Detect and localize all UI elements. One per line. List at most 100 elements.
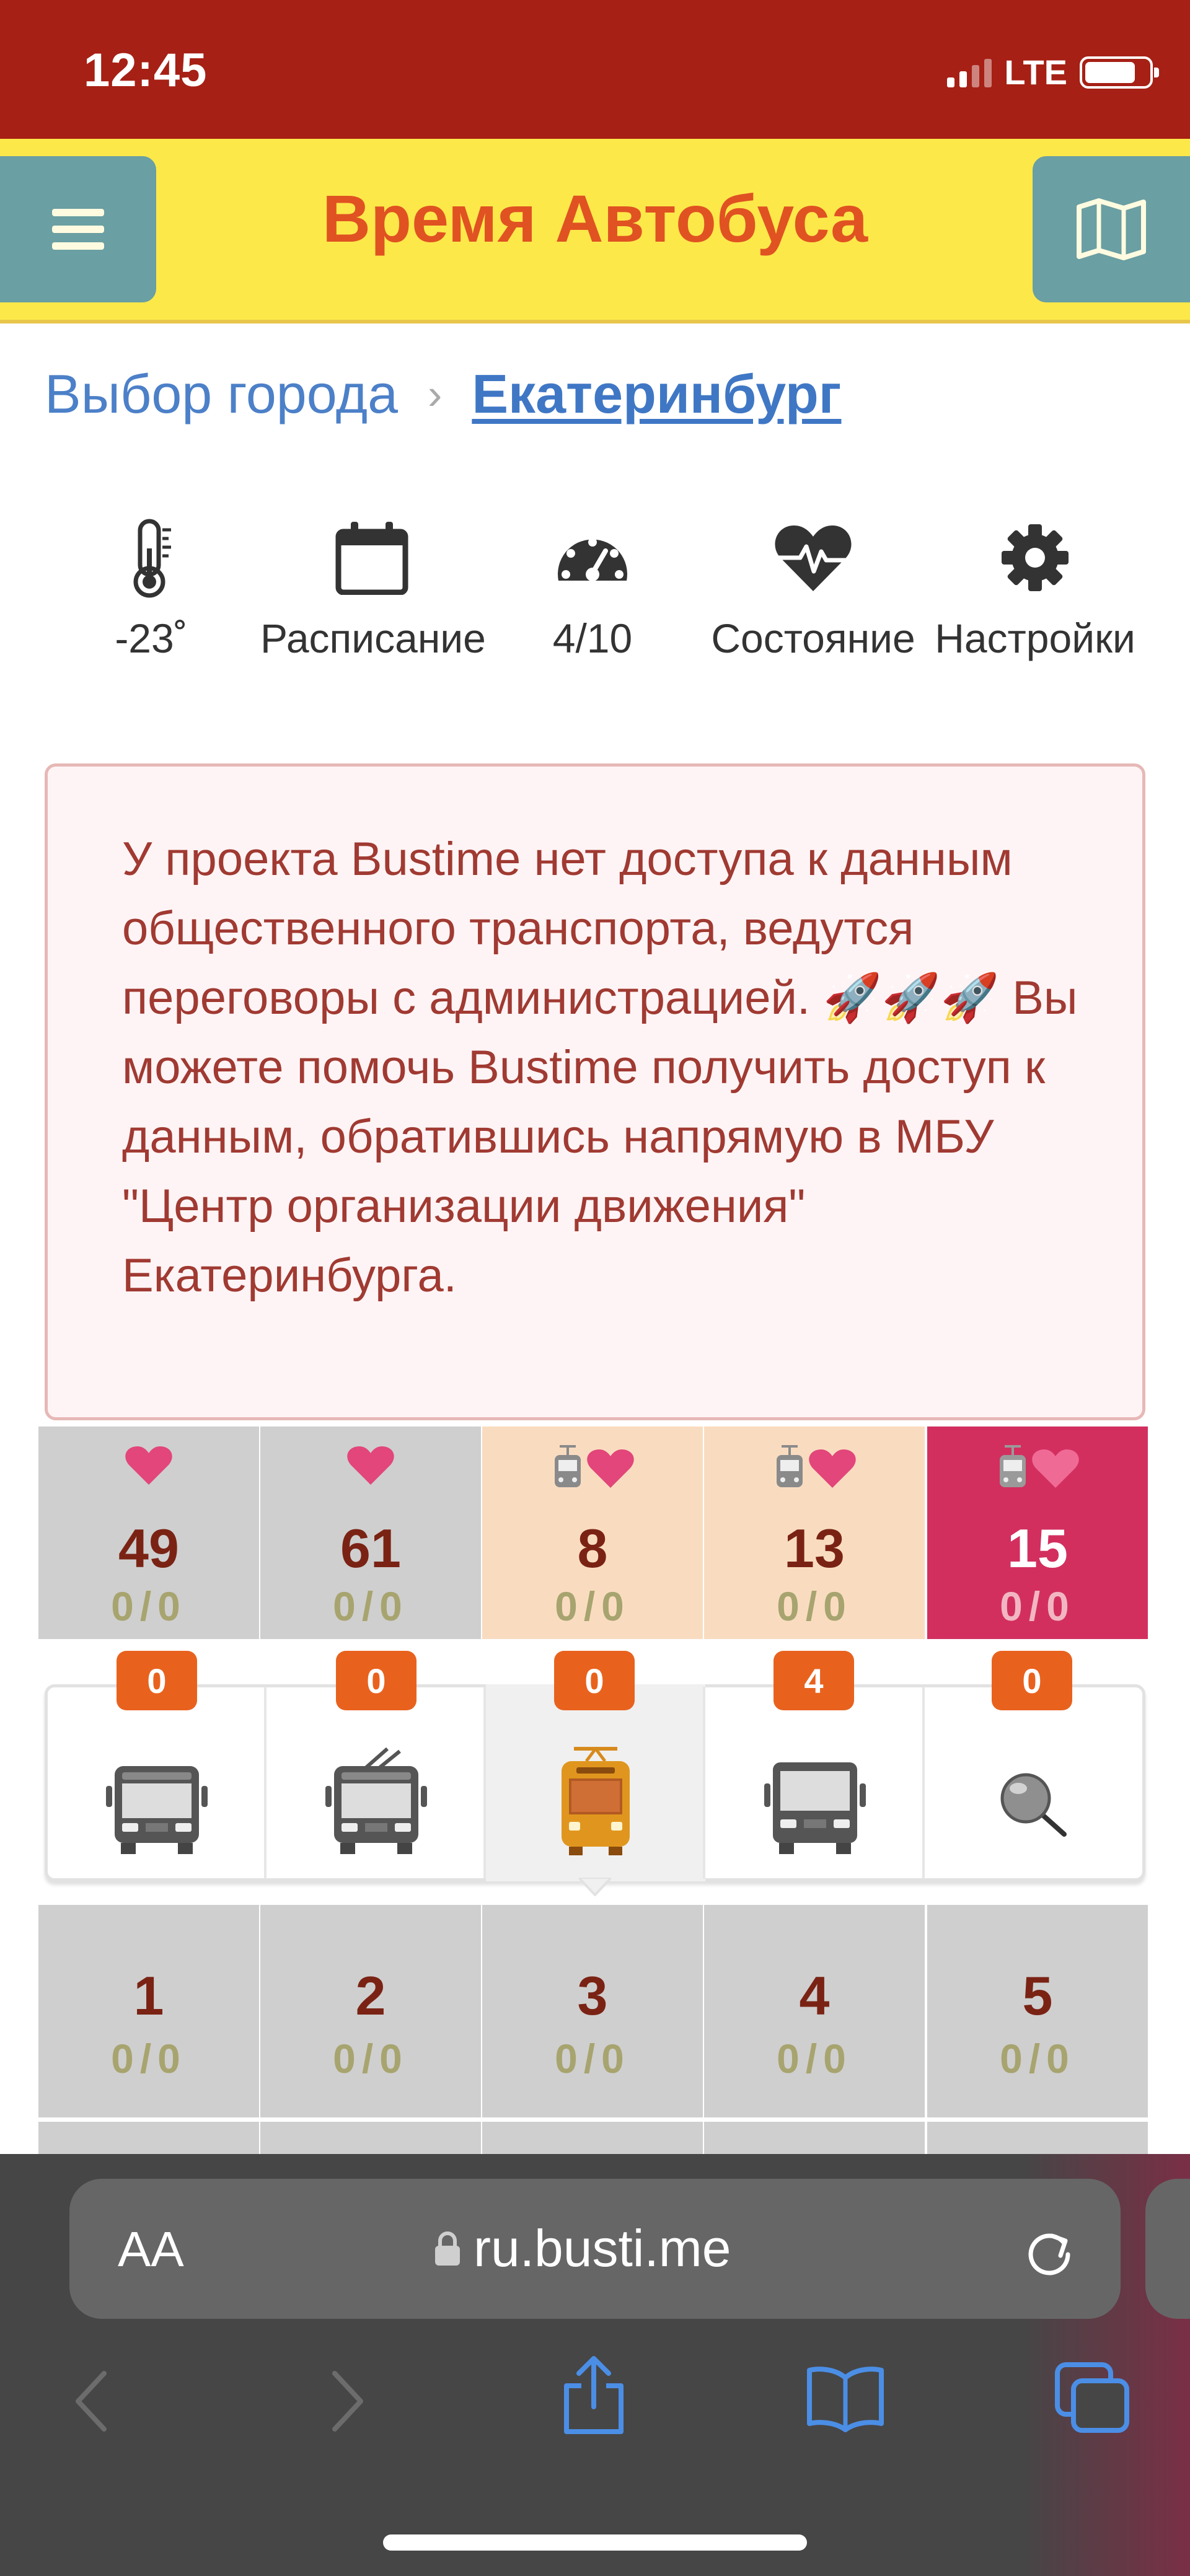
route-cell[interactable]: 2 0/0 (260, 1905, 481, 2117)
route-vehicle-count: 0/0 (777, 1583, 852, 1629)
heart-icon (587, 1449, 634, 1488)
favorite-route-cell[interactable]: 49 0/0 (38, 1426, 259, 1639)
tab-search-badge: 0 (992, 1651, 1072, 1710)
heart-icon (347, 1446, 394, 1485)
lock-icon (435, 2231, 460, 2266)
breadcrumb: Выбор города › Екатеринбург (45, 363, 841, 426)
route-number: 8 (577, 1518, 608, 1579)
tram-mini-icon (777, 1445, 803, 1487)
active-tab-pointer (579, 1878, 611, 1896)
tab-divider (483, 1687, 486, 1879)
status-time: 12:45 (84, 44, 208, 97)
status-label: Состояние (711, 615, 915, 661)
signal-icon (947, 58, 992, 87)
tram-icon (562, 1747, 630, 1855)
route-cell-partial (927, 2122, 1148, 2159)
route-vehicle-count: 0/0 (1000, 1583, 1075, 1629)
url-text: ru.busti.me (474, 2219, 731, 2277)
route-cell[interactable]: 4 0/0 (704, 1905, 925, 2117)
route-cell-partial (482, 2122, 703, 2159)
route-number: 1 (133, 1965, 164, 2026)
route-number: 13 (784, 1518, 845, 1579)
tool-rating[interactable]: 4/10 (481, 514, 704, 662)
intercity-bus-icon (764, 1762, 866, 1854)
settings-label: Настройки (935, 615, 1135, 661)
route-vehicle-count: 0/0 (111, 1583, 187, 1629)
route-number: 5 (1022, 1965, 1053, 2026)
route-number: 15 (1007, 1518, 1068, 1579)
search-icon (1000, 1773, 1067, 1837)
tool-schedule[interactable]: Расписание (260, 514, 486, 662)
home-indicator (383, 2534, 807, 2551)
route-cell[interactable]: 5 0/0 (927, 1905, 1148, 2117)
network-label: LTE (1004, 53, 1067, 92)
route-vehicle-count: 0/0 (111, 2036, 187, 2081)
tab-intercity-bus-badge: 4 (774, 1651, 854, 1710)
map-icon (1077, 198, 1146, 260)
breadcrumb-current-city-link[interactable]: Екатеринбург (472, 363, 841, 426)
route-vehicle-count: 0/0 (777, 2036, 852, 2081)
back-icon[interactable] (69, 2367, 113, 2435)
gear-icon (1002, 524, 1069, 591)
route-number: 3 (577, 1965, 608, 2026)
tab-divider (922, 1687, 925, 1879)
tab-bus[interactable] (47, 1684, 267, 1881)
tram-mini-icon (1000, 1445, 1026, 1487)
bookmarks-icon[interactable] (806, 2364, 885, 2432)
tool-status[interactable]: Состояние (702, 514, 925, 662)
tab-tram-badge: 0 (554, 1651, 635, 1710)
map-button[interactable] (1033, 156, 1190, 302)
favorite-route-cell[interactable]: 13 0/0 (704, 1426, 925, 1639)
access-alert: У проекта Bustime нет доступа к данным о… (45, 763, 1145, 1420)
battery-icon (1080, 56, 1159, 89)
tab-tram[interactable] (486, 1684, 705, 1881)
tab-trolleybus[interactable] (267, 1684, 486, 1881)
tool-settings[interactable]: Настройки (923, 514, 1147, 662)
tabs-icon[interactable] (1054, 2361, 1130, 2435)
route-cell[interactable]: 1 0/0 (38, 1905, 259, 2117)
heart-icon (809, 1449, 856, 1488)
heart-icon (1032, 1449, 1079, 1488)
weather-label: -23˚ (115, 615, 188, 661)
bus-icon (106, 1766, 208, 1854)
next-tab-peek[interactable] (1145, 2179, 1190, 2319)
route-cell-partial (260, 2122, 481, 2159)
tab-trolleybus-badge: 0 (336, 1651, 416, 1710)
breadcrumb-city-select-link[interactable]: Выбор города (45, 363, 398, 426)
route-number: 61 (340, 1518, 401, 1579)
rating-label: 4/10 (552, 615, 633, 661)
tab-intercity-bus[interactable] (705, 1684, 925, 1881)
favorite-route-cell[interactable]: 61 0/0 (260, 1426, 481, 1639)
route-cell-partial (38, 2122, 259, 2159)
breadcrumb-separator: › (428, 370, 443, 418)
favorite-route-cell[interactable]: 8 0/0 (482, 1426, 703, 1639)
heart-icon (125, 1446, 172, 1485)
route-number: 49 (118, 1518, 179, 1579)
speedometer-icon (558, 538, 627, 581)
tab-search[interactable] (925, 1684, 1144, 1881)
route-vehicle-count: 0/0 (555, 2036, 630, 2081)
status-bar: 12:45 LTE (0, 0, 1190, 139)
calendar-icon (335, 522, 408, 595)
status-indicators: LTE (947, 52, 1159, 92)
tram-mini-icon (555, 1445, 581, 1487)
route-vehicle-count: 0/0 (333, 1583, 408, 1629)
route-vehicle-count: 0/0 (555, 1583, 630, 1629)
route-number: 2 (355, 1965, 386, 2026)
reload-icon[interactable] (1020, 2222, 1079, 2282)
forward-icon[interactable] (326, 2367, 369, 2435)
favorite-route-cell[interactable]: 15 0/0 (927, 1426, 1148, 1639)
trolleybus-icon (325, 1747, 427, 1854)
app-title: Время Автобуса (322, 181, 868, 256)
tab-divider (264, 1687, 267, 1879)
tab-bus-badge: 0 (117, 1651, 197, 1710)
heart-pulse-icon (775, 525, 852, 591)
schedule-label: Расписание (260, 615, 486, 661)
share-icon[interactable] (558, 2355, 630, 2435)
route-cell-partial (704, 2122, 925, 2159)
text-size-button[interactable]: AA (118, 2221, 184, 2278)
url-display[interactable]: ru.busti.me (434, 2218, 731, 2279)
route-cell[interactable]: 3 0/0 (482, 1905, 703, 2117)
rocket-emoji: 🚀🚀🚀 (823, 972, 1000, 1024)
tool-weather[interactable]: -23˚ (40, 514, 263, 662)
